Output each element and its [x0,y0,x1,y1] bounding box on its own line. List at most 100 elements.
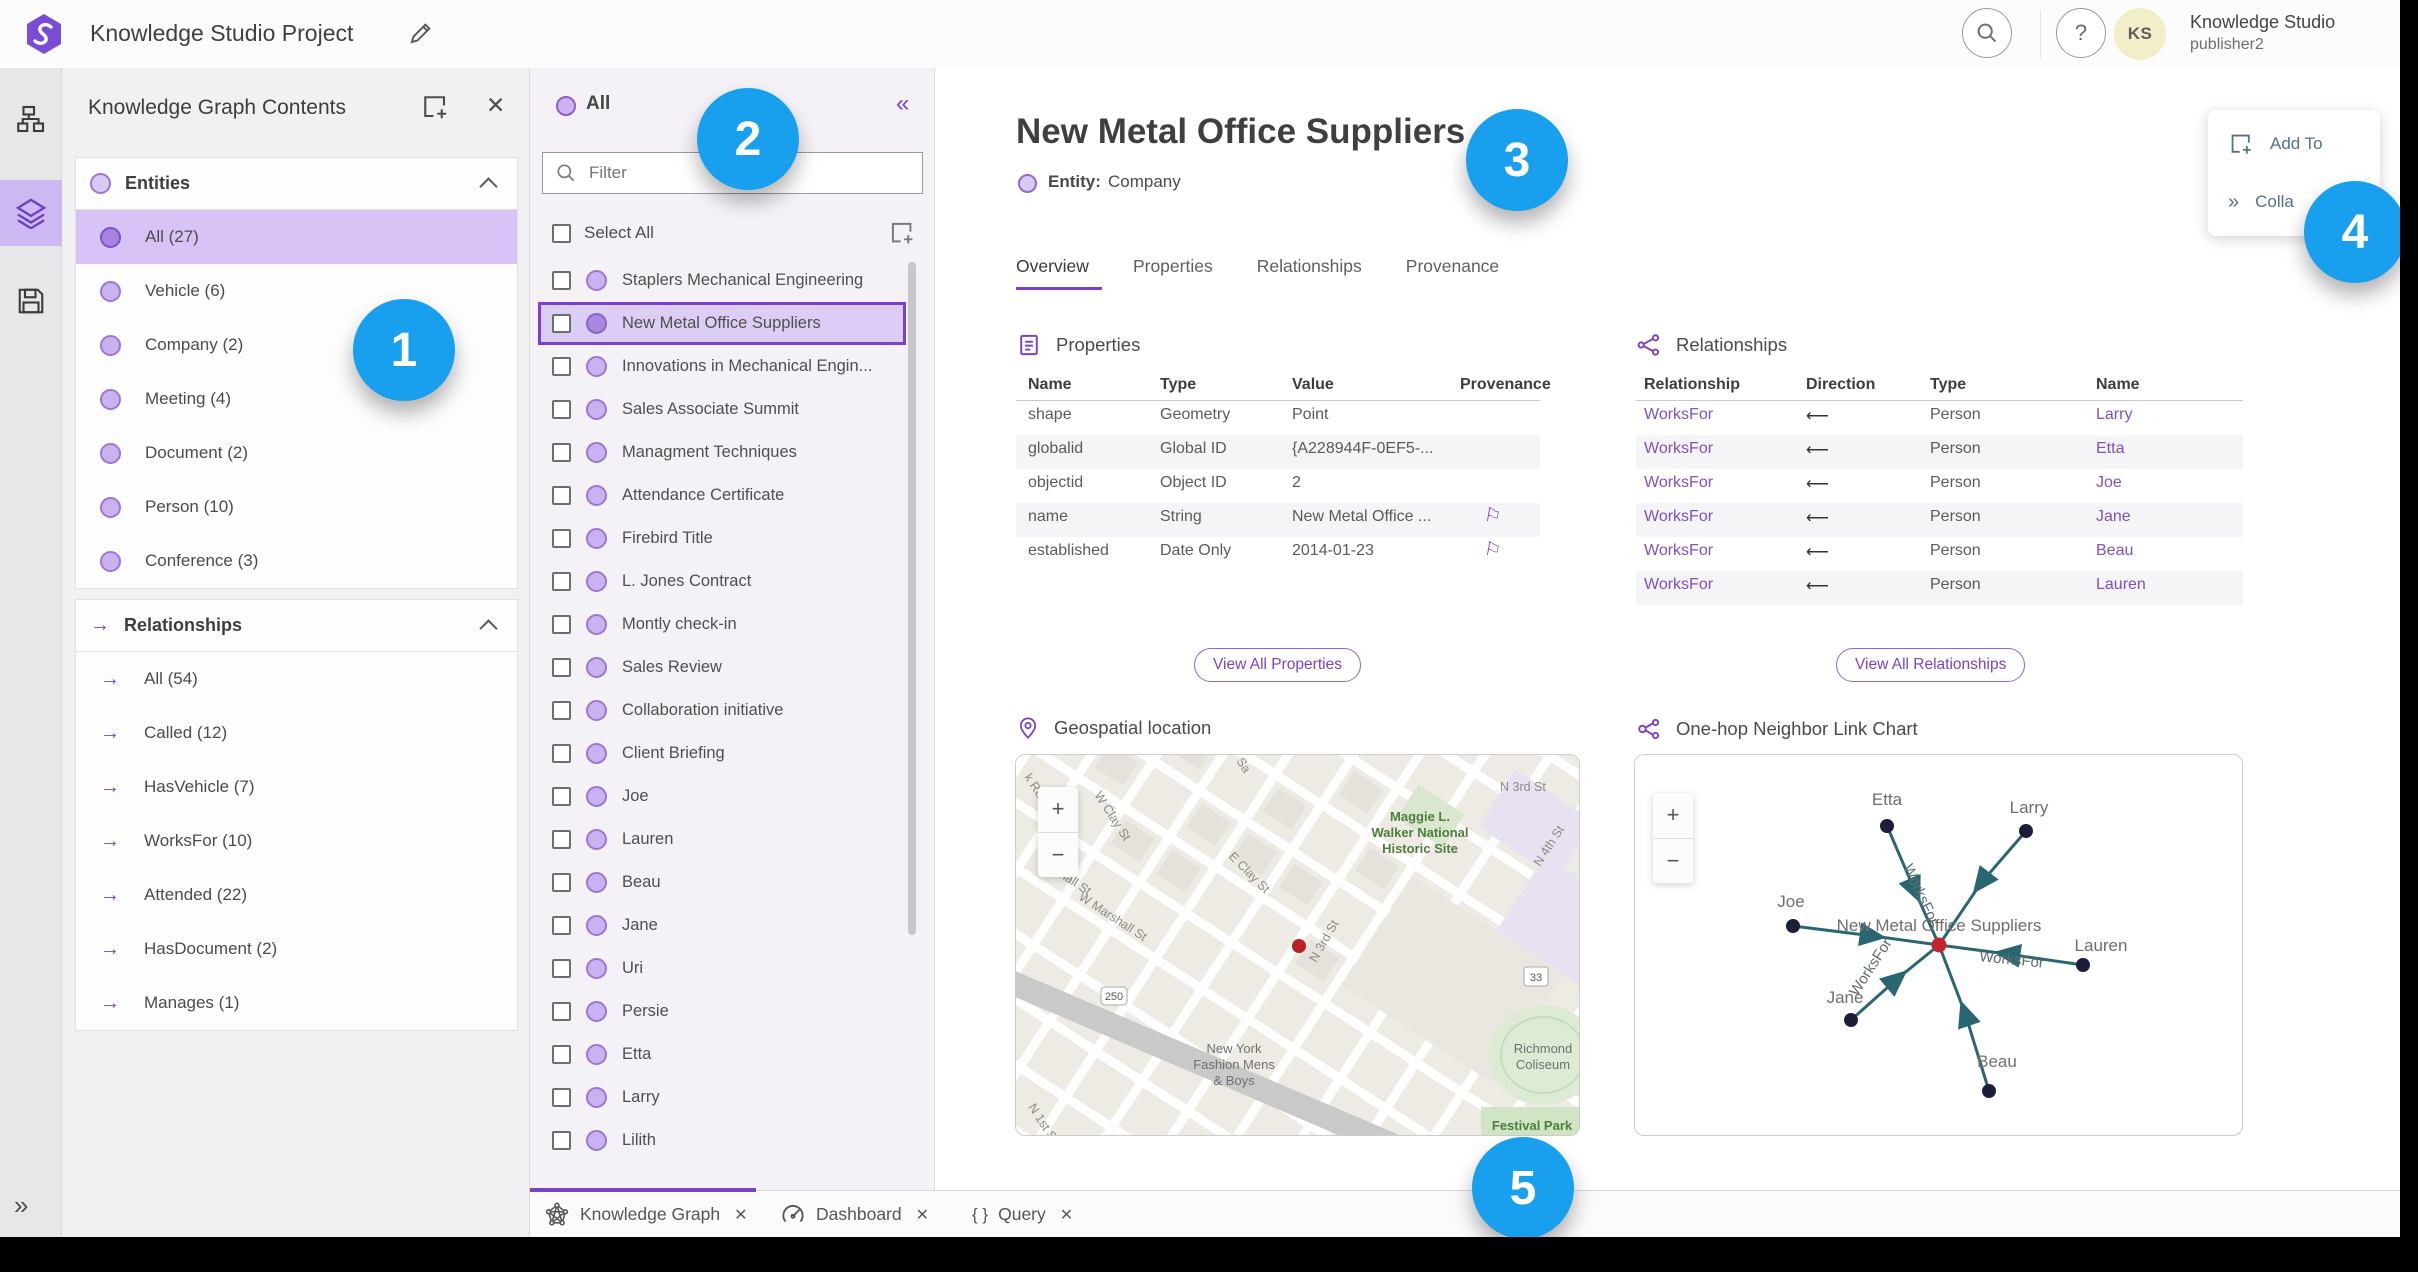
item-checkbox[interactable] [552,658,571,677]
relationships-item-all[interactable]: → All (54) [76,652,517,706]
search-button[interactable] [1962,8,2012,58]
list-item[interactable]: Client Briefing [530,732,935,775]
related-entity-link[interactable]: Etta [2096,440,2124,458]
item-checkbox[interactable] [552,830,571,849]
list-item[interactable]: Larry [530,1076,935,1119]
add-to-menu-item[interactable]: Add To [2208,124,2380,164]
relationship-link[interactable]: WorksFor [1644,474,1713,492]
relationships-item-manages[interactable]: → Manages (1) [76,976,517,1030]
one-hop-link-chart[interactable]: Etta Larry Joe Lauren Jane Beau New Meta… [1634,754,2243,1136]
entities-item-conference[interactable]: Conference (3) [76,534,517,588]
select-all-checkbox[interactable] [552,224,571,243]
relationship-link[interactable]: WorksFor [1644,440,1713,458]
list-item[interactable]: Jane [530,904,935,947]
list-item[interactable]: Staplers Mechanical Engineering [530,259,935,302]
collapse-entities-icon[interactable] [479,177,498,196]
zoom-out-button[interactable]: − [1038,833,1078,878]
relationships-item-attended[interactable]: → Attended (22) [76,868,517,922]
relationships-item-called[interactable]: → Called (12) [76,706,517,760]
zoom-out-button[interactable]: − [1653,839,1693,884]
rail-hierarchy-button[interactable] [0,86,62,152]
rail-layers-button[interactable] [0,180,62,246]
list-scrollbar[interactable] [908,262,916,935]
entities-item-all[interactable]: All (27) [76,210,517,264]
edit-title-icon[interactable] [408,20,434,46]
view-tab-knowledge-graph[interactable]: Knowledge Graph ✕ [544,1191,748,1238]
add-to-new-layer-button[interactable] [888,219,916,247]
geospatial-map[interactable]: k Rd W Clay St Sa N 3rd St N 4th St arsh… [1015,754,1580,1136]
relationship-link[interactable]: WorksFor [1644,576,1713,594]
entities-header[interactable]: Entities [76,158,517,210]
tab-relationships[interactable]: Relationships [1257,256,1362,277]
item-checkbox[interactable] [552,572,571,591]
list-item[interactable]: Persie [530,990,935,1033]
item-checkbox[interactable] [552,529,571,548]
list-item[interactable]: Attendance Certificate [530,474,935,517]
related-entity-link[interactable]: Beau [2096,542,2133,560]
item-checkbox[interactable] [552,787,571,806]
tab-provenance[interactable]: Provenance [1406,256,1499,277]
item-checkbox[interactable] [552,959,571,978]
relationships-header[interactable]: → Relationships [76,600,517,652]
add-layer-button[interactable] [420,92,450,122]
close-tab-icon[interactable]: ✕ [916,1205,929,1225]
user-avatar[interactable]: KS [2114,8,2166,60]
zoom-in-button[interactable]: + [1653,793,1693,839]
view-tab-query[interactable]: { } Query ✕ [972,1191,1073,1238]
entities-item-meeting[interactable]: Meeting (4) [76,372,517,426]
item-checkbox[interactable] [552,916,571,935]
item-checkbox[interactable] [552,744,571,763]
provenance-flag-icon[interactable]: ⚐ [1482,538,1503,564]
relationships-item-hasdocument[interactable]: → HasDocument (2) [76,922,517,976]
rail-save-button[interactable] [0,268,62,334]
map-canvas[interactable]: k Rd W Clay St Sa N 3rd St N 4th St arsh… [1016,755,1579,1135]
help-button[interactable]: ? [2056,8,2106,58]
item-checkbox[interactable] [552,1088,571,1107]
list-item[interactable]: Sales Review [530,646,935,689]
entities-item-document[interactable]: Document (2) [76,426,517,480]
node-center[interactable] [1931,937,1947,953]
node-beau[interactable] [1982,1084,1996,1098]
contents-close-button[interactable]: ✕ [486,92,505,119]
relationship-link[interactable]: WorksFor [1644,508,1713,526]
item-checkbox[interactable] [552,357,571,376]
item-checkbox[interactable] [552,1045,571,1064]
relationship-link[interactable]: WorksFor [1644,542,1713,560]
close-tab-icon[interactable]: ✕ [1060,1205,1073,1225]
collapse-panel-button[interactable]: « [896,90,909,118]
list-item[interactable]: L. Jones Contract [530,560,935,603]
list-item-selected[interactable]: New Metal Office Suppliers [538,302,906,345]
list-item[interactable]: Lilith [530,1119,935,1162]
node-lauren[interactable] [2076,958,2090,972]
related-entity-link[interactable]: Joe [2096,474,2122,492]
close-tab-icon[interactable]: ✕ [734,1205,747,1225]
item-checkbox[interactable] [552,1131,571,1150]
item-checkbox[interactable] [552,1002,571,1021]
view-all-properties-button[interactable]: View All Properties [1194,648,1361,682]
list-item[interactable]: Montly check-in [530,603,935,646]
list-item[interactable]: Etta [530,1033,935,1076]
list-item[interactable]: Uri [530,947,935,990]
node-larry[interactable] [2019,824,2033,838]
view-tab-dashboard[interactable]: Dashboard ✕ [780,1191,929,1238]
relationships-item-hasvehicle[interactable]: → HasVehicle (7) [76,760,517,814]
collapse-relationships-icon[interactable] [479,619,498,638]
entities-item-vehicle[interactable]: Vehicle (6) [76,264,517,318]
item-checkbox[interactable] [552,701,571,720]
list-item[interactable]: Lauren [530,818,935,861]
zoom-in-button[interactable]: + [1038,787,1078,833]
link-chart-canvas[interactable]: Etta Larry Joe Lauren Jane Beau New Meta… [1635,755,2242,1135]
list-item[interactable]: Sales Associate Summit [530,388,935,431]
relationship-link[interactable]: WorksFor [1644,406,1713,424]
view-all-relationships-button[interactable]: View All Relationships [1836,648,2026,682]
related-entity-link[interactable]: Larry [2096,406,2132,424]
list-item[interactable]: Collaboration initiative [530,689,935,732]
list-item[interactable]: Joe [530,775,935,818]
rail-expand-button[interactable]: » [14,1190,28,1221]
provenance-flag-icon[interactable]: ⚐ [1482,504,1503,530]
item-checkbox[interactable] [552,314,571,333]
list-item[interactable]: Firebird Title [530,517,935,560]
node-jane[interactable] [1844,1013,1858,1027]
item-checkbox[interactable] [552,271,571,290]
relationships-item-worksfor[interactable]: → WorksFor (10) [76,814,517,868]
